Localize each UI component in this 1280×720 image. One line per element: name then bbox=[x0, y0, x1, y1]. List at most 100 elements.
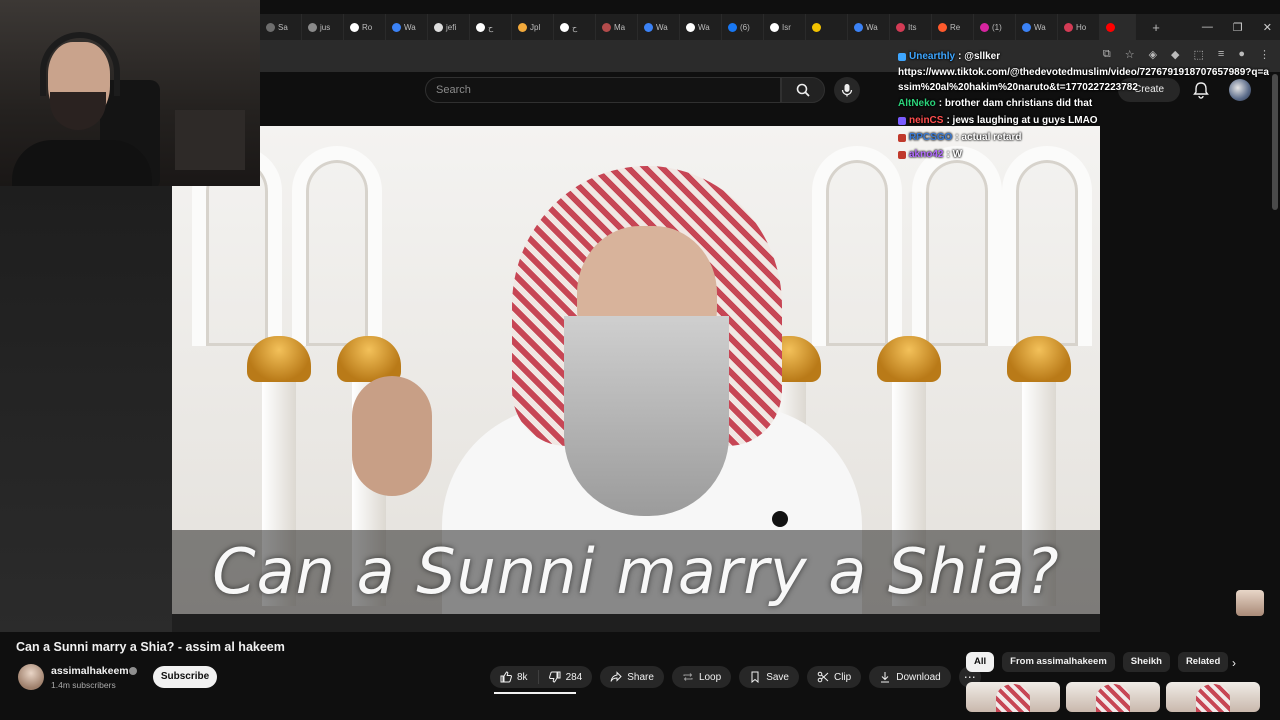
related-column bbox=[1100, 110, 1280, 632]
browser-tab[interactable]: Wa bbox=[386, 14, 428, 40]
lapel-mic bbox=[772, 511, 788, 527]
download-button[interactable]: Download bbox=[869, 666, 951, 688]
download-icon bbox=[881, 672, 890, 683]
channel-avatar[interactable] bbox=[18, 664, 44, 690]
browser-tab[interactable]: Its bbox=[890, 14, 932, 40]
chip-from-channel[interactable]: From assimalhakeem bbox=[1002, 652, 1115, 672]
browser-tab[interactable]: Ma bbox=[596, 14, 638, 40]
loop-label: Loop bbox=[698, 671, 722, 683]
tab-label: Wa bbox=[656, 22, 668, 32]
related-filter-chips: All From assimalhakeem Sheikh Related bbox=[966, 652, 1229, 672]
chat-username: akno42 bbox=[909, 149, 944, 160]
speaker bbox=[352, 166, 862, 614]
tab-favicon-icon bbox=[476, 22, 485, 32]
download-label: Download bbox=[896, 671, 941, 683]
speaker-beard bbox=[564, 316, 729, 516]
video-title: Can a Sunni marry a Shia? - assim al hak… bbox=[16, 640, 285, 654]
related-video-thumbnail[interactable] bbox=[966, 682, 1060, 712]
subscribe-button[interactable]: Subscribe bbox=[153, 666, 217, 688]
page-scrollbar[interactable] bbox=[1272, 74, 1278, 210]
browser-tab[interactable]: ح bbox=[470, 14, 512, 40]
tab-favicon-icon bbox=[980, 22, 989, 32]
browser-tab[interactable]: jefi bbox=[428, 14, 470, 40]
chat-link: https://www.tiktok.com/@thedevotedmuslim… bbox=[898, 67, 1269, 93]
share-button[interactable]: Share bbox=[600, 666, 664, 688]
chat-text: : W bbox=[946, 149, 963, 160]
tab-label: Wa bbox=[866, 22, 878, 32]
share-label: Share bbox=[627, 671, 654, 683]
video-frame[interactable]: Can a Sunni marry a Shia? bbox=[172, 126, 1100, 614]
dislike-button[interactable]: 284 bbox=[539, 666, 593, 688]
chip-all[interactable]: All bbox=[966, 652, 995, 672]
browser-tab[interactable]: Isr bbox=[764, 14, 806, 40]
browser-tab[interactable]: (6) bbox=[722, 14, 764, 40]
browser-tab[interactable]: Ro bbox=[344, 14, 386, 40]
tab-label: Isr bbox=[782, 22, 791, 32]
search-input[interactable]: Search bbox=[425, 77, 781, 103]
clip-label: Clip bbox=[833, 671, 852, 683]
voice-search-button[interactable] bbox=[834, 77, 860, 103]
tab-favicon-icon bbox=[812, 22, 821, 32]
clip-button[interactable]: Clip bbox=[806, 666, 862, 688]
thumbs-down-icon bbox=[548, 671, 561, 683]
browser-tab[interactable]: Wa bbox=[848, 14, 890, 40]
save-button[interactable]: Save bbox=[739, 666, 799, 688]
stream-chat-overlay: Unearthly: @sllker https://www.tiktok.com… bbox=[898, 48, 1270, 163]
tab-label: (6) bbox=[740, 22, 750, 32]
close-window-button[interactable]: ✕ bbox=[1263, 21, 1272, 34]
chat-message: akno42: W bbox=[898, 146, 1270, 163]
chat-text: : actual retard bbox=[955, 132, 1022, 143]
related-video-thumbnail[interactable] bbox=[1166, 682, 1260, 712]
browser-tab[interactable] bbox=[1100, 14, 1136, 40]
minimize-button[interactable]: — bbox=[1202, 21, 1213, 33]
chip-sheikh[interactable]: Sheikh bbox=[1122, 652, 1170, 672]
tab-favicon-icon bbox=[350, 22, 359, 32]
tab-label: Wa bbox=[698, 22, 710, 32]
chip-related[interactable]: Related bbox=[1177, 652, 1229, 672]
chat-badge-icon bbox=[898, 133, 906, 142]
tab-label: Jpl bbox=[530, 22, 541, 32]
verified-icon bbox=[129, 667, 137, 675]
tab-favicon-icon bbox=[560, 22, 569, 32]
browser-tab[interactable]: Re bbox=[932, 14, 974, 40]
tab-label: Ho bbox=[1076, 22, 1087, 32]
browser-tab[interactable]: Sa bbox=[260, 14, 302, 40]
browser-tab[interactable]: ح bbox=[554, 14, 596, 40]
browser-tab-strip: Sa jus Ro Wa jefi ح Jpl ح Ma Wa Wa (6) Isr Wa Its Re (1)… bbox=[260, 14, 1280, 40]
headphones-icon bbox=[40, 32, 120, 96]
channel-name[interactable]: assimalhakeem bbox=[51, 665, 129, 677]
browser-tab[interactable]: Jpl bbox=[512, 14, 554, 40]
browser-tab[interactable]: Wa bbox=[680, 14, 722, 40]
chat-text: : brother dam christians did that bbox=[938, 98, 1093, 109]
browser-tab[interactable]: Wa bbox=[638, 14, 680, 40]
chat-username: RPCSGO bbox=[909, 132, 953, 143]
tab-label: Wa bbox=[404, 22, 416, 32]
tab-favicon-icon bbox=[728, 22, 737, 32]
chevron-right-icon[interactable]: › bbox=[1232, 656, 1236, 670]
browser-tab[interactable]: Wa bbox=[1016, 14, 1058, 40]
tab-favicon-icon bbox=[1106, 22, 1115, 32]
browser-tab[interactable]: Ho bbox=[1058, 14, 1100, 40]
share-icon bbox=[610, 671, 622, 682]
loop-icon bbox=[683, 673, 693, 681]
tab-favicon-icon bbox=[392, 22, 401, 32]
like-button[interactable]: 8k bbox=[490, 666, 538, 688]
restore-button[interactable]: ❐ bbox=[1233, 21, 1243, 34]
browser-tab[interactable] bbox=[806, 14, 848, 40]
tab-favicon-icon bbox=[896, 22, 905, 32]
search-button[interactable] bbox=[781, 77, 825, 103]
mini-player-avatar[interactable] bbox=[1236, 590, 1264, 616]
related-thumbnails bbox=[966, 682, 1260, 712]
browser-tab[interactable]: (1) bbox=[974, 14, 1016, 40]
bookmark-icon bbox=[751, 671, 759, 683]
related-video-thumbnail[interactable] bbox=[1066, 682, 1160, 712]
chat-message: Unearthly: @sllker bbox=[898, 48, 1270, 65]
new-tab-button[interactable]: + bbox=[1144, 20, 1168, 35]
chat-message: AltNeko: brother dam christians did that bbox=[898, 95, 1270, 112]
tab-label: ح bbox=[572, 22, 578, 32]
tab-label: Re bbox=[950, 22, 961, 32]
loop-button[interactable]: Loop bbox=[671, 666, 732, 688]
chat-badge-icon bbox=[898, 52, 906, 61]
browser-tab[interactable]: jus bbox=[302, 14, 344, 40]
chat-badge-icon bbox=[898, 150, 906, 159]
